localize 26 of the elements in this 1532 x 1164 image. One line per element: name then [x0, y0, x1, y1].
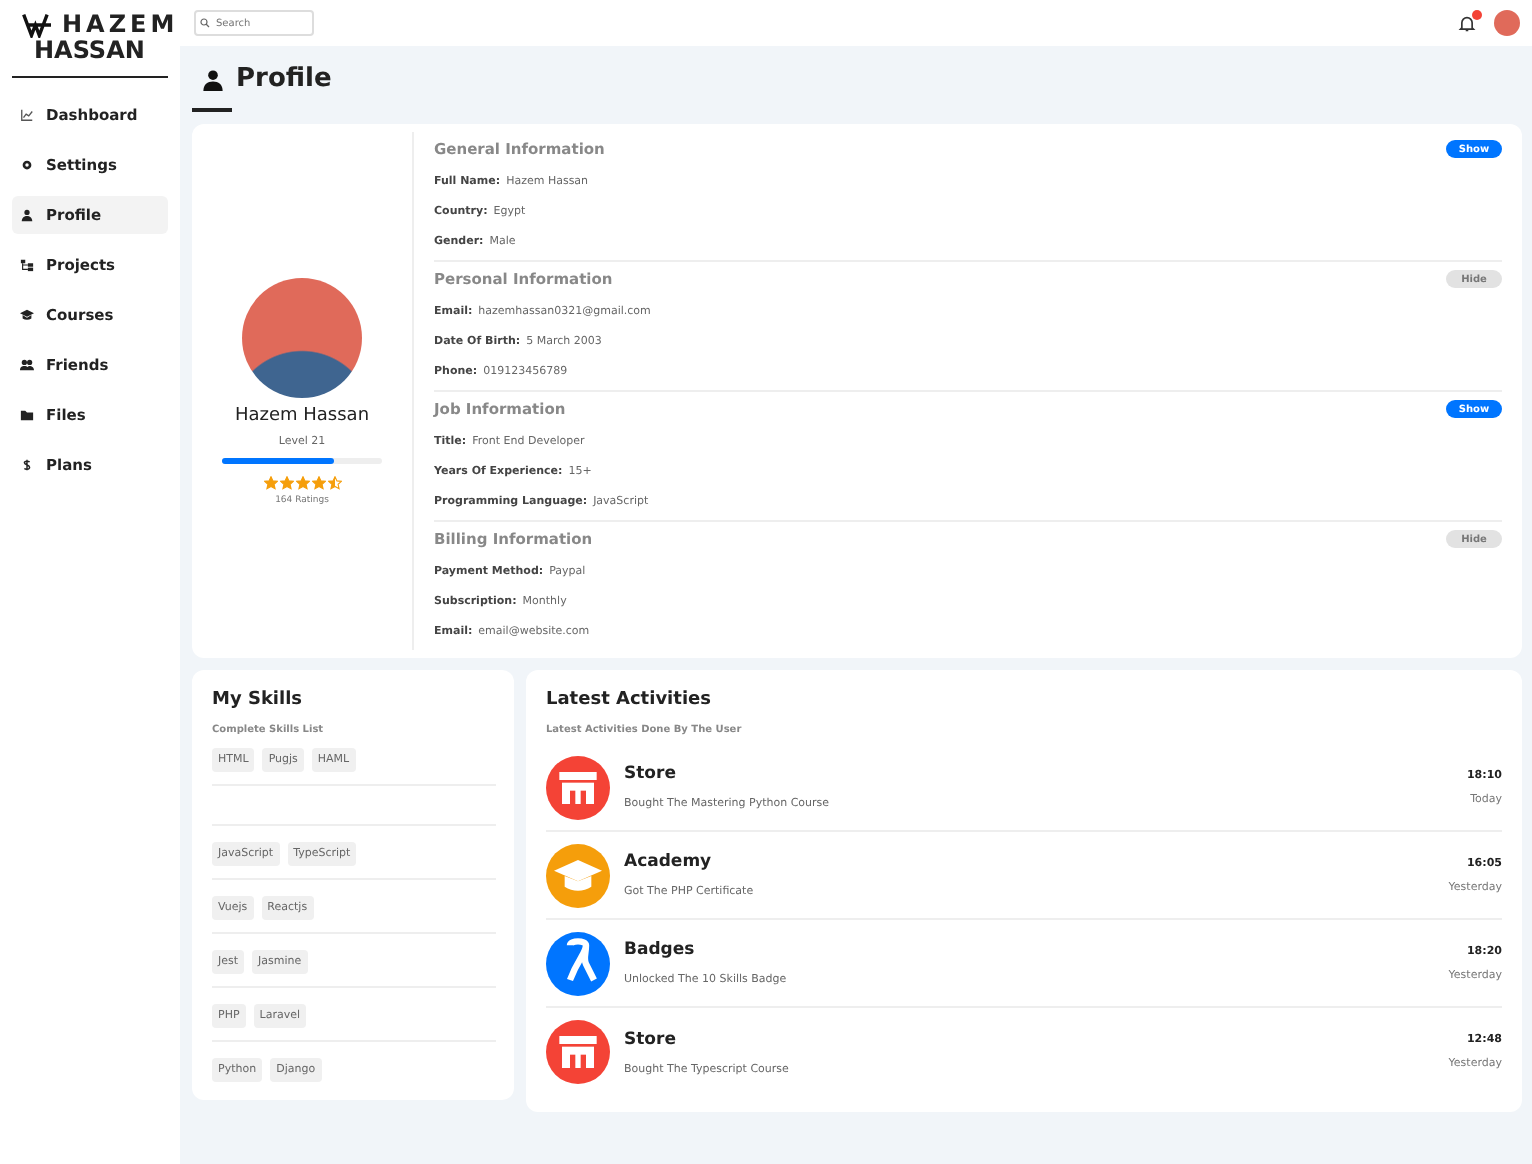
logo-text: HAZEM — [62, 12, 179, 38]
card-title: My Skills — [212, 690, 305, 710]
graduation-cap-icon — [546, 843, 610, 907]
graduation-cap-icon — [20, 308, 34, 322]
page-title: Profile — [236, 64, 332, 94]
chart-icon — [20, 108, 34, 122]
card-title: Latest Activities — [546, 690, 713, 710]
activity-title: Academy — [624, 852, 714, 872]
activity-title: Store — [624, 1029, 678, 1049]
user-icon — [20, 208, 34, 222]
avatar[interactable] — [1494, 10, 1520, 36]
shop-icon — [546, 1020, 610, 1084]
users-icon — [20, 358, 34, 372]
settings-icon — [20, 158, 34, 172]
profile-name: Hazem Hassan — [234, 405, 370, 425]
user-icon — [202, 67, 224, 91]
activity-title: Badges — [624, 940, 697, 960]
title-underline — [192, 108, 232, 112]
sitemap-icon — [20, 258, 34, 272]
bell-icon[interactable] — [1458, 13, 1476, 33]
shop-icon — [546, 755, 610, 819]
half-star-icon — [327, 475, 341, 489]
folder-icon — [20, 408, 34, 422]
logo-text: HASSAN — [34, 38, 147, 64]
dollar-icon — [20, 458, 34, 472]
activity-title: Store — [624, 764, 678, 784]
